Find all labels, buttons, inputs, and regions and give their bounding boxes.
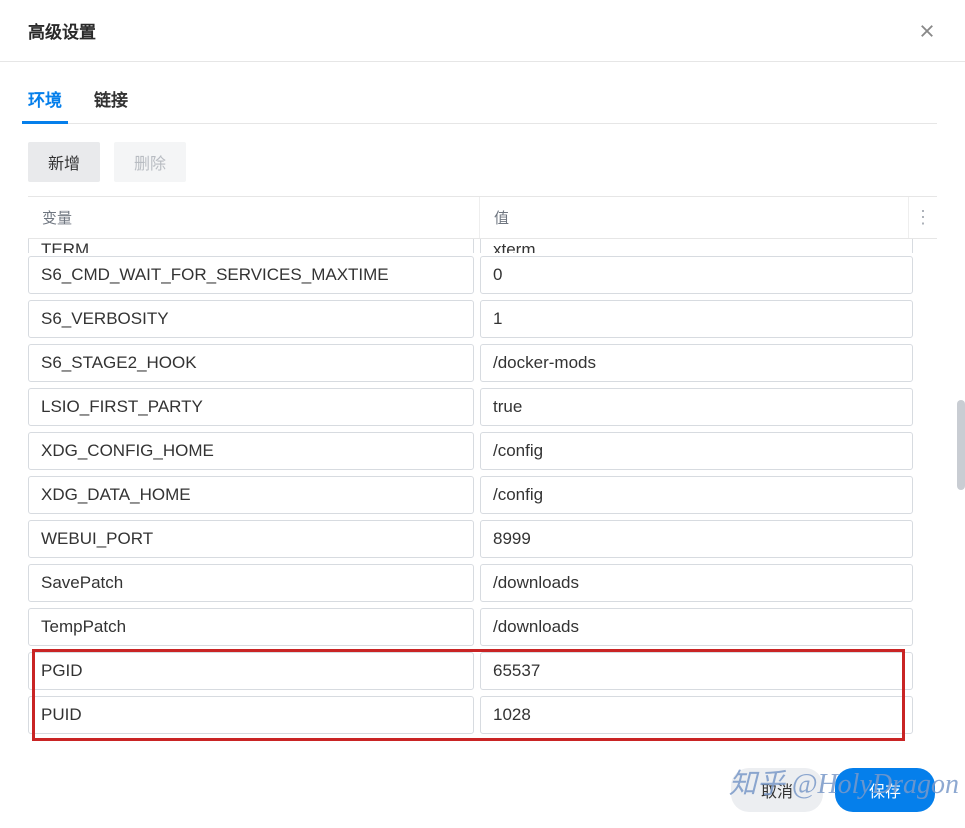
dialog-title: 高级设置 xyxy=(28,18,96,43)
variable-input[interactable] xyxy=(28,608,474,646)
table-row[interactable] xyxy=(28,297,937,341)
env-table-rows xyxy=(28,239,937,737)
table-row[interactable] xyxy=(28,649,937,693)
close-icon[interactable] xyxy=(917,21,937,41)
variable-input[interactable] xyxy=(28,520,474,558)
value-input[interactable] xyxy=(480,652,913,690)
value-input[interactable] xyxy=(480,608,913,646)
columns-more-icon[interactable]: ⋮ xyxy=(909,197,937,238)
table-row[interactable] xyxy=(28,561,937,605)
variable-input[interactable] xyxy=(28,652,474,690)
variable-input[interactable] xyxy=(28,564,474,602)
table-row[interactable] xyxy=(28,239,937,253)
table-row[interactable] xyxy=(28,473,937,517)
value-input[interactable] xyxy=(480,476,913,514)
variable-input[interactable] xyxy=(28,388,474,426)
table-header: 变量 值 ⋮ xyxy=(28,196,937,239)
toolbar: 新增 删除 xyxy=(28,124,937,196)
tab-environment[interactable]: 环境 xyxy=(28,86,62,123)
value-input[interactable] xyxy=(480,300,913,338)
value-input[interactable] xyxy=(480,432,913,470)
value-input[interactable] xyxy=(480,239,913,253)
variable-input[interactable] xyxy=(28,256,474,294)
table-row[interactable] xyxy=(28,517,937,561)
tabs: 环境 链接 xyxy=(28,62,937,124)
column-header-variable: 变量 xyxy=(28,197,480,238)
table-row[interactable] xyxy=(28,429,937,473)
table-row[interactable] xyxy=(28,605,937,649)
value-input[interactable] xyxy=(480,520,913,558)
table-row[interactable] xyxy=(28,693,937,737)
delete-button: 删除 xyxy=(114,142,186,182)
add-button[interactable]: 新增 xyxy=(28,142,100,182)
scrollbar-thumb[interactable] xyxy=(957,400,965,490)
table-row[interactable] xyxy=(28,385,937,429)
variable-input[interactable] xyxy=(28,432,474,470)
variable-input[interactable] xyxy=(28,696,474,734)
variable-input[interactable] xyxy=(28,239,474,253)
variable-input[interactable] xyxy=(28,476,474,514)
value-input[interactable] xyxy=(480,696,913,734)
value-input[interactable] xyxy=(480,388,913,426)
value-input[interactable] xyxy=(480,564,913,602)
cancel-button[interactable]: 取消 xyxy=(731,768,823,812)
save-button[interactable]: 保存 xyxy=(835,768,935,812)
variable-input[interactable] xyxy=(28,300,474,338)
tab-link[interactable]: 链接 xyxy=(94,86,128,123)
value-input[interactable] xyxy=(480,344,913,382)
table-row[interactable] xyxy=(28,253,937,297)
table-row[interactable] xyxy=(28,341,937,385)
variable-input[interactable] xyxy=(28,344,474,382)
column-header-value: 值 xyxy=(480,197,909,238)
value-input[interactable] xyxy=(480,256,913,294)
